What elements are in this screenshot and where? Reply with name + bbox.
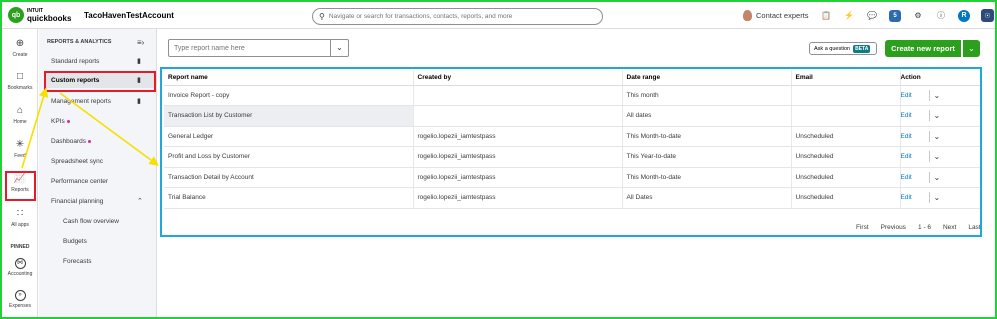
subnav-financial-planning[interactable]: Financial planning <box>51 198 103 205</box>
ask-question-button[interactable]: Ask a question BETA <box>809 42 877 55</box>
lightning-icon[interactable]: ⚡ <box>843 10 855 22</box>
create-dropdown-chevron-icon[interactable]: ⌄ <box>963 40 980 57</box>
subnav-management-reports[interactable]: Management reports <box>51 98 111 105</box>
new-dot-icon <box>66 119 70 123</box>
top-bar: qb INTUIT quickbooks TacoHavenTestAccoun… <box>2 2 995 29</box>
report-search-input[interactable] <box>169 44 329 52</box>
rail-bookmarks-label: Bookmarks <box>7 85 33 91</box>
qb-logo-icon: qb <box>8 7 24 23</box>
rail-home[interactable]: ⌂ Home <box>2 105 38 125</box>
left-rail: ⊕ Create □ Bookmarks ⌂ Home ✳ Feed 📈 Rep… <box>2 29 38 317</box>
top-icons: 📋 ⚡ 💬 5 ⚙ ⓘ R ☉ <box>820 9 994 22</box>
beta-badge: BETA <box>853 44 871 53</box>
gear-icon[interactable]: ⚙ <box>912 10 924 22</box>
subnav-forecasts[interactable]: Forecasts <box>63 258 92 265</box>
rail-accounting-label: Accounting <box>7 271 33 277</box>
contact-experts-button[interactable]: Contact experts <box>743 10 809 21</box>
bookmark-icon: □ <box>16 71 24 82</box>
accounting-icon: ⋈ <box>14 258 26 269</box>
rail-expenses[interactable]: » Expenses <box>2 290 38 309</box>
search-icon: ⚲ <box>319 12 325 21</box>
subnav-performance-center[interactable]: Performance center <box>51 178 108 185</box>
rail-home-label: Home <box>13 119 27 125</box>
bookmark-icon[interactable]: ▮ <box>137 57 141 65</box>
contact-experts-label: Contact experts <box>756 11 809 20</box>
ask-question-label: Ask a question <box>814 45 851 52</box>
global-search-input[interactable] <box>328 13 589 20</box>
subnav-cash-flow-overview[interactable]: Cash flow overview <box>63 218 119 225</box>
plus-circle-icon: ⊕ <box>15 38 25 49</box>
home-icon: ⌂ <box>16 105 24 116</box>
subnav-budgets[interactable]: Budgets <box>63 238 87 245</box>
subnav-header: REPORTS & ANALYTICS <box>47 39 112 45</box>
user-icon[interactable]: R <box>958 9 970 22</box>
subnav-dashboards[interactable]: Dashboards <box>51 138 92 145</box>
grid-icon: ∷ <box>16 208 24 219</box>
rail-feed[interactable]: ✳ Feed <box>2 139 38 159</box>
chat-icon[interactable]: 💬 <box>866 10 878 22</box>
rail-feed-label: Feed <box>14 153 26 159</box>
global-search[interactable]: ⚲ <box>312 8 603 25</box>
rail-create-label: Create <box>12 52 28 58</box>
rail-all-apps-label: All apps <box>11 222 29 228</box>
rail-create[interactable]: ⊕ Create <box>2 38 38 58</box>
sparkle-icon: ✳ <box>15 139 25 150</box>
custom-reports-highlight-box <box>44 71 156 92</box>
reports-subnav: REPORTS & ANALYTICS ≡› Standard reports … <box>39 29 157 317</box>
create-new-report-button[interactable]: Create new report <box>885 40 961 57</box>
rail-bookmarks[interactable]: □ Bookmarks <box>2 71 38 91</box>
subnav-standard-reports[interactable]: Standard reports <box>51 58 99 65</box>
collapse-menu-icon[interactable]: ≡› <box>137 38 144 47</box>
expert-avatar-icon <box>743 10 752 21</box>
chevron-down-icon[interactable]: ⌄ <box>330 40 348 56</box>
help-icon[interactable]: ⓘ <box>935 10 947 22</box>
badge-icon[interactable]: 5 <box>889 9 901 22</box>
rail-all-apps[interactable]: ∷ All apps <box>2 208 38 228</box>
table-highlight-box <box>160 67 982 237</box>
report-search[interactable]: ⌄ <box>168 39 349 57</box>
expenses-icon: » <box>14 290 26 301</box>
chevron-up-icon[interactable]: ⌃ <box>137 197 143 205</box>
subnav-spreadsheet-sync[interactable]: Spreadsheet sync <box>51 158 103 165</box>
pinned-label: PINNED <box>10 244 30 250</box>
apps-icon[interactable]: ☉ <box>981 9 994 22</box>
main-content: ⌄ Ask a question BETA Create new report … <box>158 29 995 317</box>
subnav-kpis[interactable]: KPIs <box>51 118 70 125</box>
bookmark-icon[interactable]: ▮ <box>137 97 141 105</box>
company-name[interactable]: TacoHavenTestAccount <box>84 11 174 20</box>
clipboard-icon[interactable]: 📋 <box>820 10 832 22</box>
new-dot-icon <box>88 139 92 143</box>
rail-expenses-label: Expenses <box>9 303 31 309</box>
rail-accounting[interactable]: ⋈ Accounting <box>2 258 38 277</box>
quickbooks-label: quickbooks <box>27 14 72 23</box>
subnav-kpis-label: KPIs <box>51 118 65 125</box>
quickbooks-logo[interactable]: qb INTUIT quickbooks <box>8 7 71 23</box>
reports-highlight-box <box>5 171 36 201</box>
subnav-dashboards-label: Dashboards <box>51 138 87 145</box>
